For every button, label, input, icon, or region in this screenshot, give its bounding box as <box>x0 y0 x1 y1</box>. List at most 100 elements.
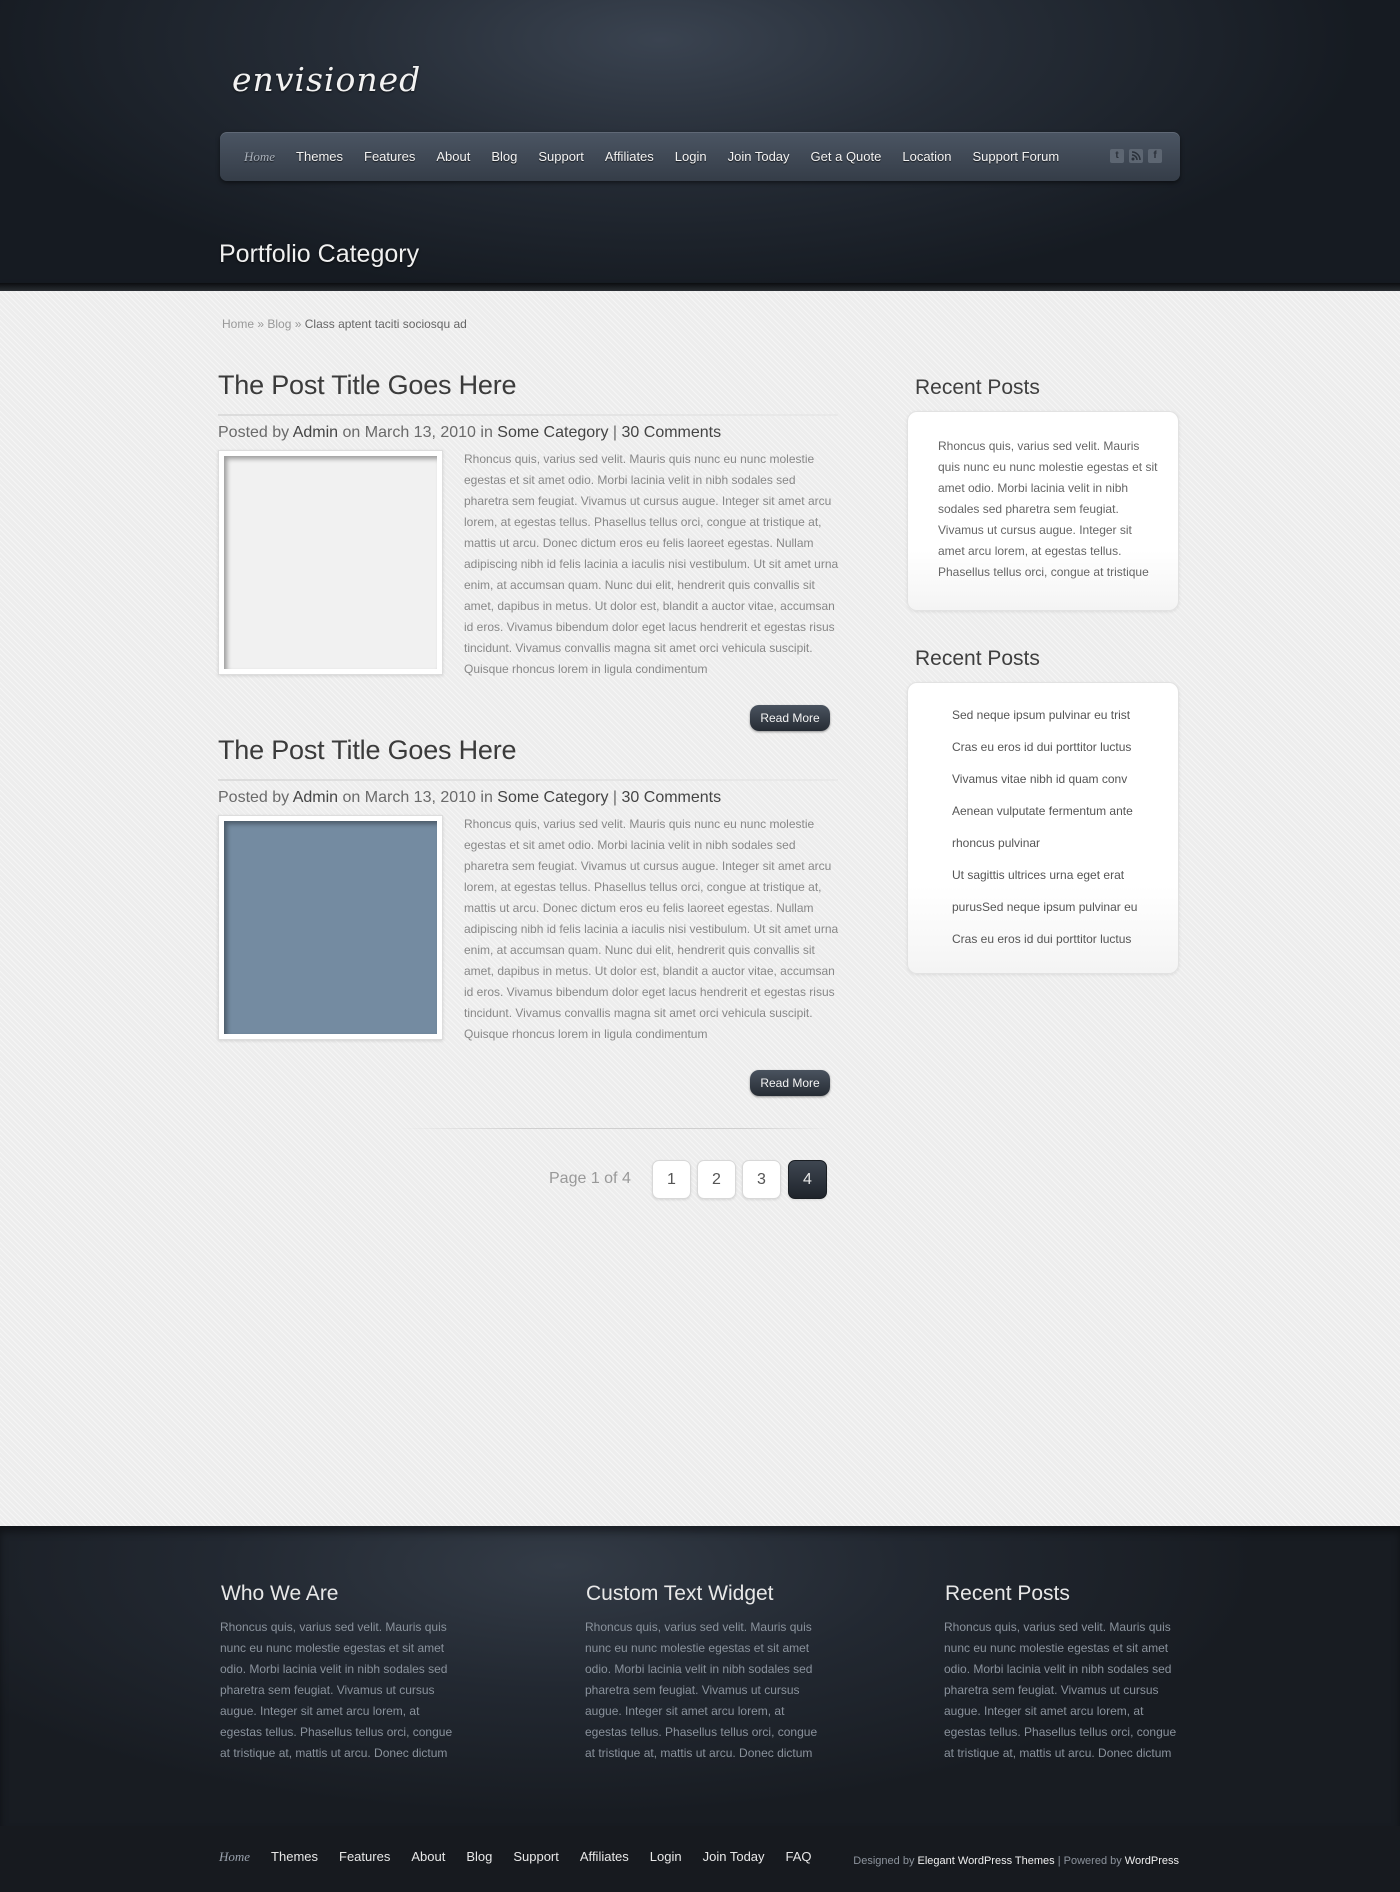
header-divider <box>0 283 1400 291</box>
page-title: Portfolio Category <box>219 240 420 268</box>
meta-text: in <box>475 789 498 806</box>
post-author-link[interactable]: Admin <box>293 789 338 806</box>
footer-nav-join-today[interactable]: Join Today <box>703 1849 765 1865</box>
page-2-button[interactable]: 2 <box>697 1160 736 1199</box>
pagination-divider <box>400 1128 830 1129</box>
breadcrumb-separator: » <box>254 317 268 331</box>
post-entry: The Post Title Goes Here Posted by Admin… <box>218 735 838 1096</box>
recent-post-link[interactable]: Vivamus vitae nibh id quam conv <box>952 769 1137 801</box>
footer-nav-about[interactable]: About <box>411 1849 445 1865</box>
page-3-button[interactable]: 3 <box>742 1160 781 1199</box>
footer-widget-title: Who We Are <box>221 1582 339 1605</box>
credits-text: Designed by <box>853 1855 918 1867</box>
title-divider <box>218 414 838 416</box>
recent-posts-text-widget: Rhoncus quis, varius sed velit. Mauris q… <box>907 411 1179 611</box>
nav-home[interactable]: Home <box>244 149 275 165</box>
widget-text: Rhoncus quis, varius sed velit. Mauris q… <box>938 439 1158 579</box>
wordpress-link[interactable]: WordPress <box>1125 1855 1179 1867</box>
recent-post-link[interactable]: Cras eu eros id dui porttitor luctus <box>952 737 1137 769</box>
thumbnail-image <box>224 456 437 669</box>
pagination-label: Page 1 of 4 <box>549 1170 631 1187</box>
rss-icon[interactable] <box>1129 149 1143 163</box>
nav-login[interactable]: Login <box>675 149 707 164</box>
footer-widget-title: Recent Posts <box>945 1582 1070 1605</box>
nav-support-forum[interactable]: Support Forum <box>973 149 1060 164</box>
footer-widget-text: Rhoncus quis, varius sed velit. Mauris q… <box>220 1620 453 1760</box>
nav-get-a-quote[interactable]: Get a Quote <box>811 149 882 164</box>
breadcrumb: Home » Blog » Class aptent taciti socios… <box>222 317 467 331</box>
post-category-link[interactable]: Some Category <box>497 424 608 441</box>
facebook-icon[interactable]: f <box>1148 149 1162 163</box>
breadcrumb-current: Class aptent taciti sociosqu ad <box>304 317 467 331</box>
meta-text: in <box>475 424 498 441</box>
footer-credits: Designed by Elegant WordPress Themes | P… <box>853 1855 1179 1867</box>
footer-nav-themes[interactable]: Themes <box>271 1849 318 1865</box>
nav-blog[interactable]: Blog <box>491 149 517 164</box>
post-meta: Posted by Admin on March 13, 2010 in Som… <box>218 424 721 442</box>
page-4-button[interactable]: 4 <box>788 1160 827 1199</box>
social-links: t f <box>1110 149 1162 163</box>
nav-support[interactable]: Support <box>538 149 584 164</box>
breadcrumb-blog[interactable]: Blog <box>267 317 291 331</box>
page-1-button[interactable]: 1 <box>652 1160 691 1199</box>
credits-text: | Powered by <box>1054 1855 1125 1867</box>
recent-posts-list-widget: Sed neque ipsum pulvinar eu trist Cras e… <box>907 682 1179 974</box>
recent-post-link[interactable]: Aenean vulputate fermentum ante <box>952 801 1137 833</box>
recent-post-link[interactable]: rhoncus pulvinar <box>952 833 1137 865</box>
meta-text: Posted by <box>218 789 293 806</box>
post-entry: The Post Title Goes Here Posted by Admin… <box>218 370 838 731</box>
nav-about[interactable]: About <box>436 149 470 164</box>
nav-join-today[interactable]: Join Today <box>728 149 790 164</box>
post-excerpt: Rhoncus quis, varius sed velit. Mauris q… <box>464 452 839 676</box>
footer-nav-faq[interactable]: FAQ <box>786 1849 812 1865</box>
widget-title: Recent Posts <box>915 647 1040 670</box>
post-author-link[interactable]: Admin <box>293 424 338 441</box>
title-divider <box>218 779 838 781</box>
post-thumbnail[interactable] <box>218 815 443 1040</box>
recent-post-link[interactable]: purusSed neque ipsum pulvinar eu <box>952 897 1137 929</box>
meta-text: on <box>338 424 365 441</box>
post-thumbnail[interactable] <box>218 450 443 675</box>
footer-nav: Home Themes Features About Blog Support … <box>219 1849 833 1865</box>
footer-nav-affiliates[interactable]: Affiliates <box>580 1849 629 1865</box>
post-title[interactable]: The Post Title Goes Here <box>218 370 838 401</box>
meta-text: | <box>608 424 622 441</box>
widget-title: Recent Posts <box>915 376 1040 399</box>
breadcrumb-separator: » <box>291 317 305 331</box>
nav-affiliates[interactable]: Affiliates <box>605 149 654 164</box>
thumbnail-image <box>224 821 437 1034</box>
nav-features[interactable]: Features <box>364 149 415 164</box>
designer-link[interactable]: Elegant WordPress Themes <box>918 1855 1055 1867</box>
footer-nav-support[interactable]: Support <box>513 1849 559 1865</box>
post-meta: Posted by Admin on March 13, 2010 in Som… <box>218 789 721 807</box>
recent-post-link[interactable]: Sed neque ipsum pulvinar eu trist <box>952 705 1137 737</box>
read-more-button[interactable]: Read More <box>750 1070 830 1096</box>
footer-nav-features[interactable]: Features <box>339 1849 390 1865</box>
post-comments-link[interactable]: 30 Comments <box>622 789 722 806</box>
post-date: March 13, 2010 <box>364 789 476 806</box>
meta-text: Posted by <box>218 424 293 441</box>
post-comments-link[interactable]: 30 Comments <box>622 424 722 441</box>
footer-nav-login[interactable]: Login <box>650 1849 682 1865</box>
footer-widget-text: Rhoncus quis, varius sed velit. Mauris q… <box>585 1620 818 1760</box>
footer-nav-home[interactable]: Home <box>219 1849 250 1865</box>
nav-location[interactable]: Location <box>902 149 951 164</box>
recent-posts-list: Sed neque ipsum pulvinar eu trist Cras e… <box>952 705 1137 961</box>
meta-text: | <box>608 789 622 806</box>
post-title[interactable]: The Post Title Goes Here <box>218 735 838 766</box>
post-date: March 13, 2010 <box>364 424 476 441</box>
site-logo[interactable]: envisioned <box>232 60 421 99</box>
main-nav: Home Themes Features About Blog Support … <box>220 132 1180 181</box>
post-category-link[interactable]: Some Category <box>497 789 608 806</box>
twitter-icon[interactable]: t <box>1110 149 1124 163</box>
nav-themes[interactable]: Themes <box>296 149 343 164</box>
recent-post-link[interactable]: Cras eu eros id dui porttitor luctus <box>952 929 1137 961</box>
post-excerpt: Rhoncus quis, varius sed velit. Mauris q… <box>464 817 839 1041</box>
footer-nav-blog[interactable]: Blog <box>466 1849 492 1865</box>
breadcrumb-home[interactable]: Home <box>222 317 254 331</box>
footer-widget-text: Rhoncus quis, varius sed velit. Mauris q… <box>944 1620 1177 1760</box>
meta-text: on <box>338 789 365 806</box>
footer-widget-title: Custom Text Widget <box>586 1582 774 1605</box>
read-more-button[interactable]: Read More <box>750 705 830 731</box>
recent-post-link[interactable]: Ut sagittis ultrices urna eget erat <box>952 865 1137 897</box>
